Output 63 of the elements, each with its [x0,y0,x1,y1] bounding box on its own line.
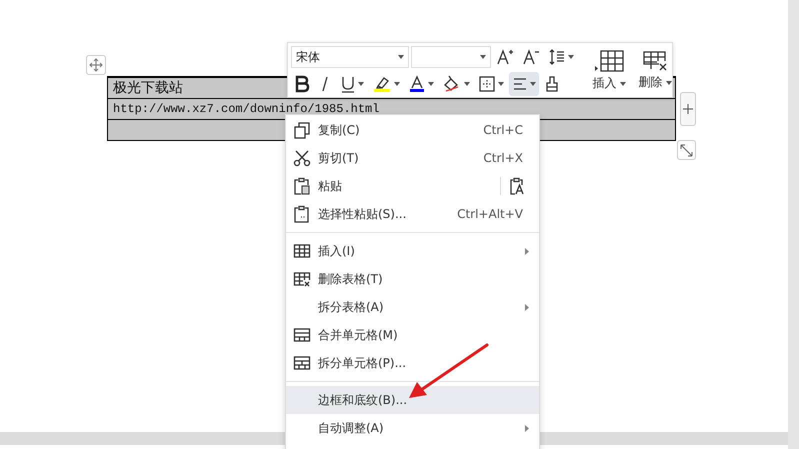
clipboard-icon [293,205,311,223]
shrink-font-icon [522,48,540,66]
line-spacing-icon [548,48,566,66]
scissors-icon [293,149,311,167]
caret-icon [428,82,434,86]
caret-icon [620,82,626,86]
table-delete-icon [641,49,669,73]
format-painter-icon [544,75,560,93]
menu-item[interactable]: 删除表格(T) [286,265,539,293]
paste-text-button[interactable] [509,177,525,195]
caret-icon [568,55,574,59]
bold-icon [294,75,310,93]
submenu-arrow-icon [525,248,529,254]
highlighter-icon [372,75,392,93]
horizontal-scrollbar[interactable] [0,432,285,445]
caret-icon [394,82,400,86]
url-text: http://www.xz7.com/downinfo/1985.html [113,102,380,116]
menu-item[interactable]: 拆分表格(A) [286,293,539,321]
shortcut-text: Ctrl+X [483,151,523,165]
shortcut-text: Ctrl+Alt+V [457,207,523,221]
cell-text: 极光下载站 [113,79,183,97]
plus-icon [683,104,693,114]
clipboard-icon [293,177,311,195]
submenu-arrow-icon [525,424,529,432]
menu-item[interactable]: 粘贴 [286,172,539,200]
submenu-arrow-icon [525,304,529,310]
caret-icon [530,82,536,86]
add-column-button[interactable] [680,92,696,126]
caret-icon [358,82,364,86]
insert-table-button[interactable]: 插入 [587,45,631,95]
caret-icon [480,55,486,59]
font-name-dropdown[interactable]: 宋体 [291,46,409,68]
table-resize-handle[interactable] [677,140,696,160]
underline-icon [340,75,356,93]
copy-icon [293,121,311,139]
align-left-button[interactable] [509,72,539,96]
menu-item[interactable]: 复制(C) Ctrl+C [286,116,539,144]
clipboard-letter-icon [509,177,525,195]
menu-item[interactable]: 插入(I) [286,237,539,265]
table-icon [293,326,311,344]
caret-icon [398,55,404,59]
caret-icon [666,80,672,84]
table-move-handle[interactable] [86,55,106,75]
table-icon [592,48,626,74]
table-icon [293,242,311,260]
font-color-icon [408,75,426,93]
shortcut-text: Ctrl+C [483,123,523,137]
menu-item[interactable]: 合并单元格(M) [286,321,539,349]
grow-font-icon [496,48,514,66]
table-delete-icon [293,270,311,288]
menu-item[interactable]: 选择性粘贴(S)... Ctrl+Alt+V [286,200,539,228]
borders-icon [478,75,496,93]
move-icon [89,58,103,72]
caret-icon [498,82,504,86]
menu-item[interactable]: 边框和底纹(B)... [286,386,539,414]
caret-icon [464,82,470,86]
resize-icon [680,144,693,156]
delete-table-button[interactable]: 删除 [633,45,677,95]
menu-item[interactable]: 拆分单元格(P)... [286,349,539,377]
table-icon [293,354,311,372]
horizontal-scrollbar[interactable] [540,432,788,445]
menu-item[interactable]: 剪切(T) Ctrl+X [286,144,539,172]
menu-item[interactable]: 自动调整(A) [286,414,539,442]
